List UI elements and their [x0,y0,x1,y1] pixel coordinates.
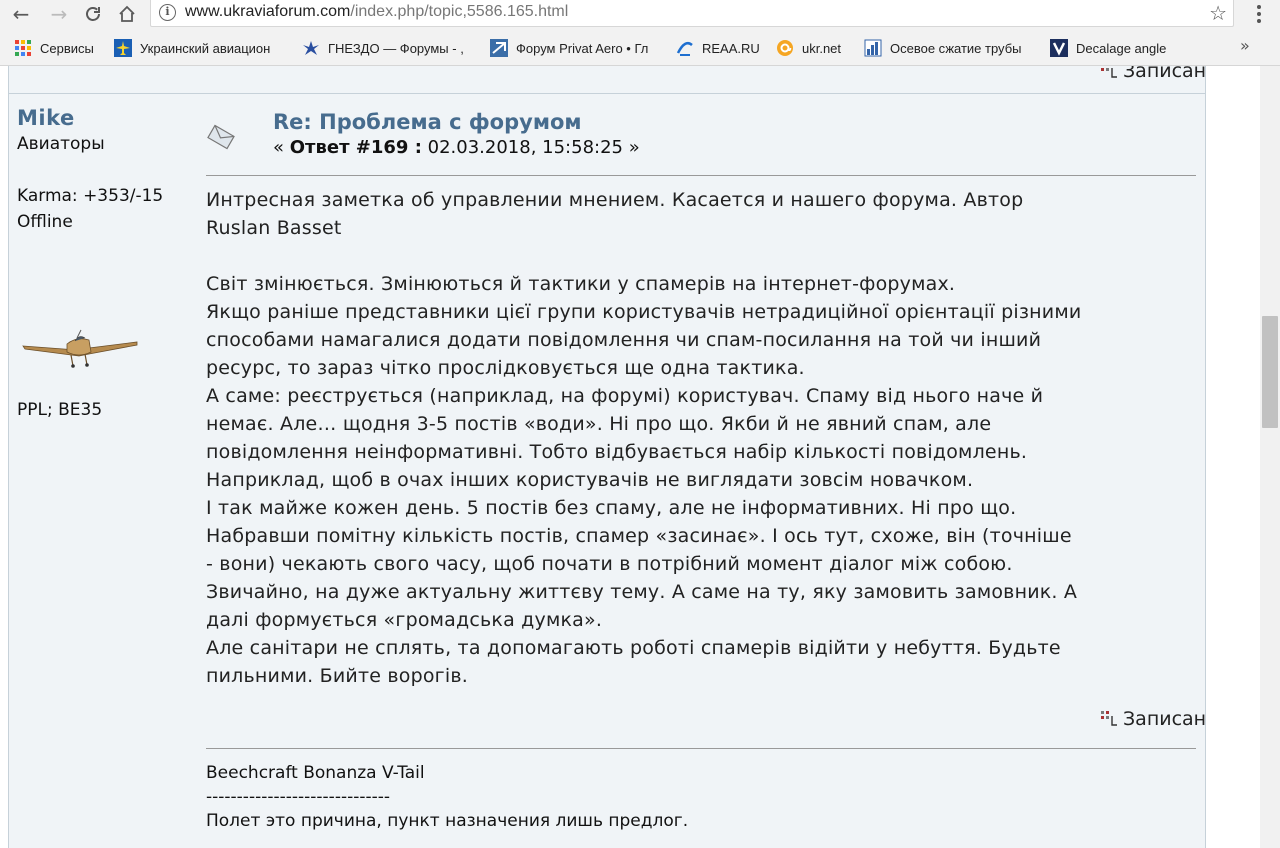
saved-label: Записан [1123,66,1207,82]
browser-toolbar: ← → i www.ukraviaforum.com/index.php/top… [0,0,1280,28]
bookmark-label: ГНЕЗДО — Форумы - , [328,40,464,56]
bookmark-label: Осевое сжатие трубы [890,40,1022,56]
poster-license: PPL; BE35 [17,400,103,420]
forward-icon[interactable]: → [44,0,74,28]
bookmark-label: Украинский авиацион [140,40,271,56]
bird-icon [303,41,319,55]
meta-open-quote: « [273,137,285,158]
reaa-icon [676,42,693,56]
previous-post-saved: Записан [1099,66,1206,82]
forum-page: Записан Mike Авиаторы Karma: +353/-15 Of… [0,66,1260,848]
post-date: 02.03.2018, 15:58:25 [427,137,623,158]
bookmark-gnezdo[interactable]: ГНЕЗДО — Форумы - , [302,37,474,59]
url-host: www.ukraviaforum.com [185,3,351,20]
airplane-icon [114,39,132,57]
at-sign-icon [777,40,793,56]
signature-line: ------------------------------ [206,787,391,807]
chart-icon [864,39,882,57]
reply-number[interactable]: Ответ #169 : [290,137,422,158]
saved-label: Записан [1123,708,1207,730]
bookmark-label: REAA.RU [702,40,760,56]
poster-karma: Karma: +353/-15 [17,186,164,206]
post-saved: Записан [1099,708,1206,730]
bookmark-axial-compression[interactable]: Осевое сжатие трубы [864,37,1022,59]
scrollbar-thumb[interactable] [1262,316,1278,428]
post-icon [207,124,235,150]
bookmark-ukr-aviation[interactable]: Украинский авиацион [114,37,286,59]
bookmark-label: Сервисы [40,40,94,56]
signature-line: Beechcraft Bonanza V-Tail [206,763,425,783]
meta-close-quote: » [628,137,640,158]
avatar [22,329,138,368]
post-header: Re: Проблема с форумом « Ответ #169 : 02… [206,106,1196,176]
bookmark-privat-aero[interactable]: Форум Privat Aero • Гл [490,37,662,59]
bookmark-reaa[interactable]: REAA.RU [676,37,760,59]
poster-info: Mike Авиаторы Karma: +353/-15 Offline PP… [17,106,202,420]
bookmark-label: ukr.net [802,40,842,56]
post-body: Интресная заметка об управлении мнением.… [206,186,1201,690]
bookmark-label: Форум Privat Aero • Гл [516,40,649,56]
back-icon[interactable]: ← [6,0,36,28]
bookmarks-bar: Сервисы Украинский авиацион ГНЕЗДО — Фор… [0,28,1280,66]
signature-line: Полет это причина, пункт назначения лишь… [206,811,689,831]
bookmark-label: Decalage angle [1076,40,1167,56]
v-logo-icon [1050,39,1068,57]
reload-icon[interactable] [78,0,108,28]
url-text[interactable]: www.ukraviaforum.com/index.php/topic,558… [185,3,568,21]
post-paragraph: Интресная заметка об управлении мнением.… [206,189,1024,239]
info-icon[interactable]: i [159,4,176,21]
ip-logged-icon [1099,710,1119,728]
forum-post: Записан Mike Авиаторы Karma: +353/-15 Of… [8,66,1206,848]
post-subject-link[interactable]: Re: Проблема с форумом [273,110,582,134]
poster-group: Авиаторы [17,134,105,154]
home-icon[interactable] [112,0,142,28]
bookmark-star-icon[interactable]: ☆ [1209,1,1227,25]
url-path: /index.php/topic,5586.165.html [350,3,569,20]
page-scrollbar[interactable] [1260,66,1280,848]
bookmark-ukrnet[interactable]: ukr.net [776,37,841,59]
bookmark-apps[interactable]: Сервисы [14,37,94,59]
apps-grid-icon [15,40,31,56]
poster-status: Offline [17,212,73,232]
poster-name-link[interactable]: Mike [17,106,202,130]
bookmark-decalage[interactable]: Decalage angle [1050,37,1166,59]
post-meta: « Ответ #169 : 02.03.2018, 15:58:25 » [273,137,640,158]
ip-logged-icon [1099,66,1119,80]
privat-aero-icon [490,39,508,57]
address-bar[interactable]: i www.ukraviaforum.com/index.php/topic,5… [150,0,1234,27]
post-paragraph: Світ змінюється. Змінюються й тактики у … [206,273,1082,687]
browser-menu-icon[interactable] [1244,2,1274,26]
bookmarks-more-button[interactable]: » [1240,36,1250,55]
post-signature: Beechcraft Bonanza V-Tail --------------… [206,748,1196,833]
